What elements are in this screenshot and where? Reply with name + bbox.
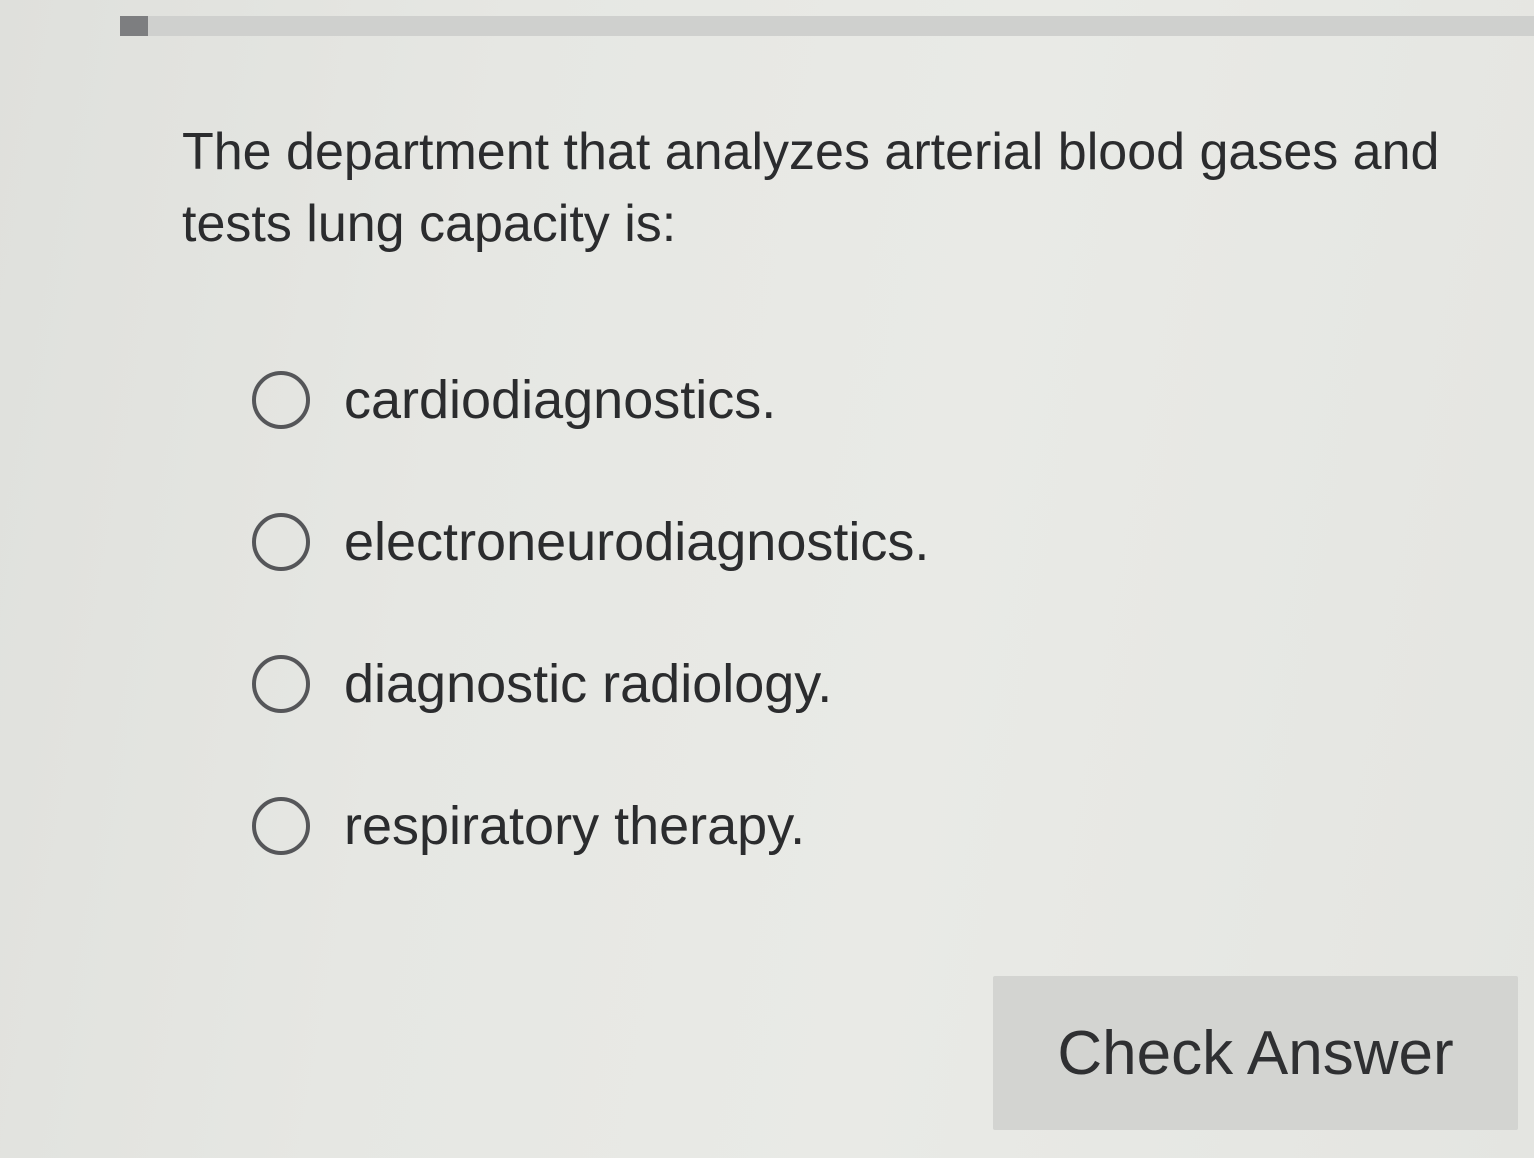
check-answer-button[interactable]: Check Answer: [993, 976, 1518, 1130]
option-cardiodiagnostics[interactable]: cardiodiagnostics.: [252, 360, 929, 440]
radio-circle-icon[interactable]: [252, 371, 310, 429]
progress-fill: [120, 16, 149, 36]
option-electroneurodiagnostics[interactable]: electroneurodiagnostics.: [252, 502, 929, 582]
radio-circle-icon[interactable]: [252, 655, 310, 713]
radio-circle-icon[interactable]: [252, 797, 310, 855]
option-diagnostic-radiology[interactable]: diagnostic radiology.: [252, 644, 929, 724]
option-label: diagnostic radiology.: [344, 654, 833, 714]
radio-circle-icon[interactable]: [252, 513, 310, 571]
question-text: The department that analyzes arterial bl…: [182, 123, 1440, 253]
progress-bar: [120, 16, 1534, 36]
option-label: respiratory therapy.: [344, 796, 806, 856]
option-label: electroneurodiagnostics.: [344, 512, 930, 572]
option-respiratory-therapy[interactable]: respiratory therapy.: [252, 786, 929, 866]
option-label: cardiodiagnostics.: [344, 370, 777, 430]
answer-options: cardiodiagnostics. electroneurodiagnosti…: [252, 360, 929, 928]
